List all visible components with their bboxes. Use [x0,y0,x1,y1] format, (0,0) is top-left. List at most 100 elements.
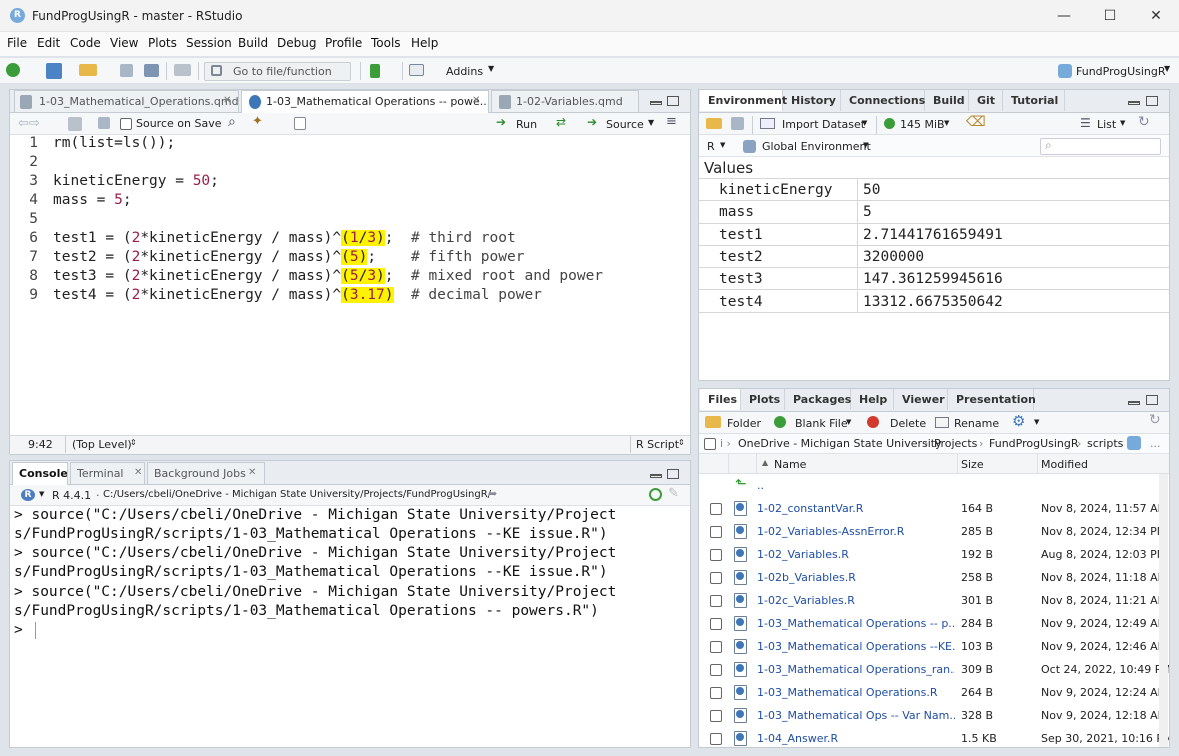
close-icon[interactable]: ✕ [472,95,480,106]
blank-file-button[interactable]: Blank File [795,417,848,430]
menu-debug[interactable]: Debug [277,36,316,50]
close-icon[interactable]: ✕ [223,95,231,106]
file-row[interactable]: 1-02b_Variables.R 258 B Nov 8, 2024, 11:18… [699,566,1169,589]
file-checkbox[interactable] [710,618,722,630]
new-file-icon[interactable] [6,63,20,77]
doc-outline-icon[interactable]: ≡ [666,114,677,129]
working-directory[interactable]: C:/Users/cbeli/OneDrive - Michigan State… [103,489,491,500]
environment-row[interactable]: test3 147.361259945616 [699,268,1169,291]
goto-file-input[interactable]: Go to file/function [204,62,351,81]
chevron-down-icon[interactable]: ▼ [648,118,654,127]
close-button[interactable]: ✕ [1133,0,1179,32]
tab-packages[interactable]: Packages [785,389,851,410]
files-scrollbar[interactable] [1159,474,1168,747]
magic-wand-icon[interactable]: ✦ [252,114,263,129]
go-to-directory-icon[interactable]: ➦ [488,487,497,500]
maximize-pane-icon[interactable] [667,469,679,479]
console-output[interactable]: > source("C:/Users/cbeli/OneDrive - Mich… [10,506,690,747]
project-menu[interactable]: FundProgUsingR [1076,65,1166,78]
memory-usage[interactable]: 145 MiB [900,118,945,131]
outline-icon[interactable] [294,117,306,130]
filetype-selector[interactable]: R Script [636,438,679,451]
scope-selector[interactable]: (Top Level) [72,438,132,451]
workspace-panes-icon[interactable] [409,64,424,76]
column-modified[interactable]: Modified [1041,458,1088,471]
breadcrumb-item[interactable]: scripts [1087,437,1123,450]
menu-view[interactable]: View [110,36,138,50]
menu-session[interactable]: Session [186,36,232,50]
breadcrumb-item[interactable]: FundProgUsingR [989,437,1079,450]
tab-console[interactable]: Console [12,462,68,485]
environment-row[interactable]: test2 3200000 [699,245,1169,269]
broom-icon[interactable]: ⌫ [966,114,986,130]
tab-connections[interactable]: Connections [841,90,925,111]
run-button[interactable]: Run [516,118,537,131]
tab-history[interactable]: History [783,90,841,111]
import-dataset-button[interactable]: Import Dataset [782,118,865,131]
maximize-button[interactable]: ☐ [1087,0,1133,32]
minimize-pane-icon[interactable] [650,101,662,105]
tab-help[interactable]: Help [851,389,894,410]
new-project-icon[interactable] [46,63,62,79]
environment-row[interactable]: test1 2.71441761659491 [699,223,1169,246]
refresh-icon[interactable]: ↻ [1138,114,1150,130]
tab-variables-qmd[interactable]: 1-02-Variables.qmd [491,90,639,112]
stop-icon[interactable] [649,488,662,501]
code-editor[interactable]: 1 rm(list=ls()); 2 3 kineticEnergy = 50; 4… [10,135,690,435]
column-size[interactable]: Size [961,458,984,471]
menu-edit[interactable]: Edit [37,36,60,50]
language-select[interactable]: R [707,140,715,153]
menu-code[interactable]: Code [70,36,101,50]
maximize-pane-icon[interactable] [667,96,679,106]
tab-mathematical-operations-qmd[interactable]: 1-03_Mathematical_Operations.qmd* [14,90,239,112]
file-checkbox[interactable] [710,710,722,722]
file-checkbox[interactable] [710,526,722,538]
tab-tutorial[interactable]: Tutorial [1003,90,1065,111]
environment-row[interactable]: test4 13312.6675350642 [699,290,1169,313]
load-workspace-icon[interactable] [706,118,722,129]
tab-build[interactable]: Build [925,90,969,111]
minimize-pane-icon[interactable] [650,474,662,478]
tab-viewer[interactable]: Viewer [894,389,948,410]
file-row[interactable]: 1-02_constantVar.R 164 B Nov 8, 2024, 11:5… [699,497,1169,520]
addins-menu[interactable]: Addins [446,65,483,78]
scope-select[interactable]: Global Environment [762,140,871,153]
print-icon[interactable] [174,64,191,76]
rename-button[interactable]: Rename [954,417,999,430]
menu-file[interactable]: File [7,36,27,50]
back-icon[interactable]: ⇦⇨ [18,116,40,131]
maximize-pane-icon[interactable] [1146,395,1158,405]
save-icon[interactable] [98,117,110,129]
file-row[interactable]: 1-03_Mathematical Operations.R 264 B Nov 9… [699,681,1169,704]
file-checkbox[interactable] [710,733,722,745]
delete-button[interactable]: Delete [890,417,926,430]
parent-dir-row[interactable]: ⬑ .. [699,474,1169,497]
breadcrumb-item[interactable]: Projects [934,437,977,450]
minimize-pane-icon[interactable] [1128,401,1140,405]
search-icon[interactable]: ⌕ [228,114,236,130]
rerun-icon[interactable]: ⇄ [556,115,566,129]
git-icon[interactable] [370,64,380,78]
close-icon[interactable]: ✕ [248,467,256,478]
file-checkbox[interactable] [710,572,722,584]
menu-profile[interactable]: Profile [325,36,362,50]
minimize-button[interactable]: — [1041,0,1087,32]
file-row[interactable]: 1-02_Variables.R 192 B Aug 8, 2024, 12:03 … [699,543,1169,566]
tab-git[interactable]: Git [969,90,1003,111]
environment-row[interactable]: mass 5 [699,201,1169,224]
source-on-save-checkbox[interactable] [120,118,132,130]
select-all-checkbox[interactable] [704,438,716,450]
file-row[interactable]: 1-04_Answer.R 1.5 KB Sep 30, 2021, 10:16 P… [699,727,1169,747]
menu-help[interactable]: Help [411,36,438,50]
minimize-pane-icon[interactable] [1128,101,1140,105]
environment-search-input[interactable] [1040,138,1161,155]
save-all-icon[interactable] [144,64,159,77]
tab-mathematical-operations-powers[interactable]: 1-03_Mathematical Operations -- powe... [241,90,489,113]
chevron-down-icon[interactable]: ▼ [39,490,44,498]
new-folder-button[interactable]: Folder [727,417,761,430]
tab-plots[interactable]: Plots [741,389,785,410]
file-row[interactable]: 1-03_Mathematical Operations_ran... 309 B… [699,658,1169,681]
file-checkbox[interactable] [710,641,722,653]
tab-files[interactable]: Files [700,389,741,410]
file-checkbox[interactable] [710,549,722,561]
